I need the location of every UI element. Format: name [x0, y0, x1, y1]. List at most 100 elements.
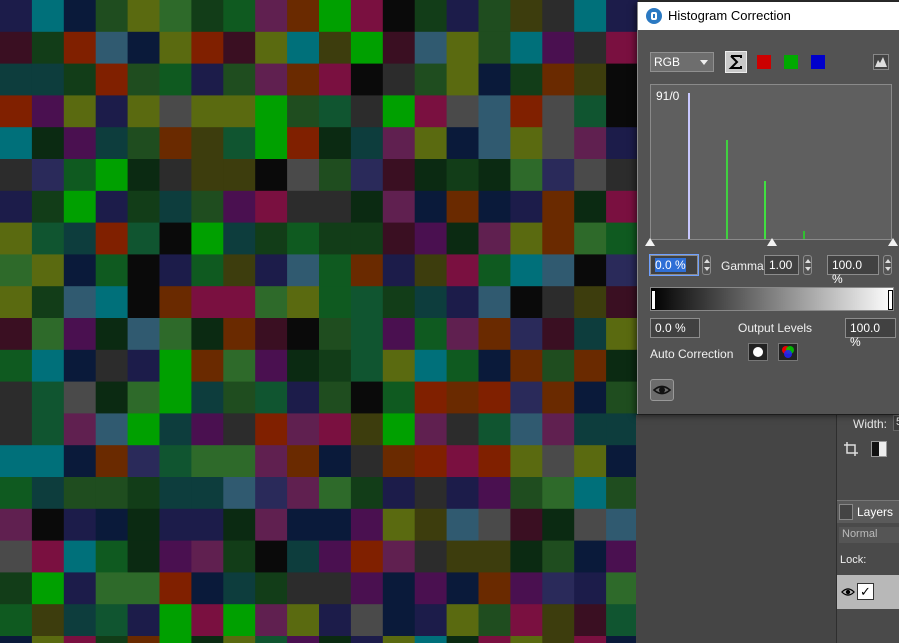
all-channels-button[interactable]	[725, 51, 747, 73]
mosaic-tile	[606, 508, 638, 542]
mosaic-tile	[31, 0, 65, 33]
mosaic-tile	[287, 190, 320, 224]
gradient-icon[interactable]	[871, 441, 887, 457]
gamma-slider[interactable]	[767, 238, 777, 246]
gamma-field[interactable]: 1.00	[764, 255, 799, 275]
mosaic-tile	[127, 477, 160, 510]
green-channel-button[interactable]	[782, 53, 800, 71]
mosaic-tile	[31, 349, 65, 383]
input-black-slider[interactable]	[645, 238, 655, 246]
mosaic-tile	[63, 190, 97, 224]
input-white-slider[interactable]	[888, 238, 898, 246]
mosaic-tile	[350, 31, 384, 65]
mosaic-tile	[414, 254, 448, 287]
mosaic-tile	[159, 413, 192, 446]
mosaic-tile	[478, 254, 511, 287]
histogram-graph: 91/0	[650, 84, 892, 240]
mosaic-tile	[127, 63, 160, 96]
mosaic-tile	[127, 508, 160, 542]
mosaic-tile	[31, 190, 65, 224]
mosaic-tile	[510, 63, 543, 96]
mosaic-tile	[606, 31, 638, 65]
mosaic-tile	[542, 477, 575, 510]
mosaic-tile	[382, 636, 416, 643]
mosaic-tile	[127, 349, 160, 383]
mosaic-tile	[414, 127, 448, 160]
preview-toggle-button[interactable]	[650, 379, 674, 401]
mosaic-tile	[159, 636, 192, 643]
dialog-titlebar[interactable]: Histogram Correction	[638, 2, 899, 30]
mosaic-tile	[542, 508, 575, 542]
mosaic-tile	[95, 477, 129, 510]
mosaic-tile	[382, 159, 416, 192]
output-black-handle[interactable]	[651, 290, 656, 310]
mosaic-tile	[255, 508, 288, 542]
mosaic-tile	[606, 381, 638, 414]
crop-icon[interactable]	[843, 441, 859, 457]
width-field[interactable]: 5	[893, 415, 899, 431]
mosaic-tile	[63, 381, 97, 414]
mosaic-tile	[319, 477, 352, 510]
input-black-spinner[interactable]	[702, 255, 711, 275]
mosaic-tile	[287, 31, 320, 65]
mosaic-tile	[478, 0, 511, 33]
blend-mode-select[interactable]: Normal	[839, 527, 899, 543]
mosaic-tile	[63, 31, 97, 65]
mosaic-tile	[478, 508, 511, 542]
output-white-field[interactable]: 100.0 %	[845, 318, 896, 349]
output-black-field[interactable]: 0.0 %	[650, 318, 700, 338]
mosaic-tile	[63, 508, 97, 542]
layer-row[interactable]: ✓	[837, 575, 899, 609]
mosaic-tile	[574, 31, 607, 65]
mosaic-tile	[223, 604, 256, 637]
mosaic-tile	[95, 159, 129, 192]
auto-contrast-icon[interactable]	[748, 343, 768, 361]
mosaic-tile	[191, 349, 224, 383]
tab-checkbox[interactable]	[839, 504, 853, 520]
tab-layers[interactable]: Layers	[837, 500, 899, 523]
mosaic-tile	[95, 413, 129, 446]
mosaic-tile	[127, 31, 160, 65]
mosaic-tile	[382, 508, 416, 542]
mosaic-tile	[606, 0, 638, 33]
input-white-spinner[interactable]	[883, 255, 892, 275]
mosaic-tile	[191, 318, 224, 351]
mosaic-tile	[31, 222, 65, 255]
histogram-icon[interactable]	[873, 54, 889, 70]
mosaic-tile	[255, 349, 288, 383]
blue-channel-button[interactable]	[809, 53, 827, 71]
auto-color-icon[interactable]	[778, 343, 798, 361]
input-white-field[interactable]: 100.0 %	[827, 255, 879, 286]
gamma-spinner[interactable]	[803, 255, 812, 275]
tab-layers-label: Layers	[857, 505, 894, 519]
mosaic-tile	[223, 318, 256, 351]
mosaic-tile	[446, 254, 479, 287]
image-canvas[interactable]	[0, 0, 638, 643]
mosaic-tile	[510, 508, 543, 542]
mosaic-tile	[446, 477, 479, 510]
eye-icon[interactable]	[841, 585, 855, 599]
mosaic-tile	[0, 0, 33, 33]
mosaic-tile	[223, 159, 256, 192]
mosaic-tile	[574, 636, 607, 643]
layer-visible-checkbox[interactable]: ✓	[857, 583, 874, 600]
channel-select[interactable]: RGB	[650, 52, 714, 72]
red-channel-button[interactable]	[755, 53, 773, 71]
mosaic-tile	[159, 95, 192, 128]
mosaic-tile	[319, 63, 352, 96]
mosaic-tile	[382, 0, 416, 33]
mosaic-tile	[478, 572, 511, 605]
mosaic-tile	[63, 477, 97, 510]
mosaic-tile	[574, 349, 607, 383]
mosaic-tile	[510, 222, 543, 255]
mosaic-tile	[95, 95, 129, 128]
mosaic-tile	[350, 349, 384, 383]
mosaic-tile	[127, 286, 160, 319]
mosaic-tile	[319, 31, 352, 65]
mosaic-tile	[127, 190, 160, 224]
input-black-field[interactable]: 0.0 %	[649, 254, 699, 276]
mosaic-tile	[382, 63, 416, 96]
mosaic-tile	[159, 31, 192, 65]
mosaic-tile	[319, 190, 352, 224]
output-white-handle[interactable]	[888, 290, 893, 310]
